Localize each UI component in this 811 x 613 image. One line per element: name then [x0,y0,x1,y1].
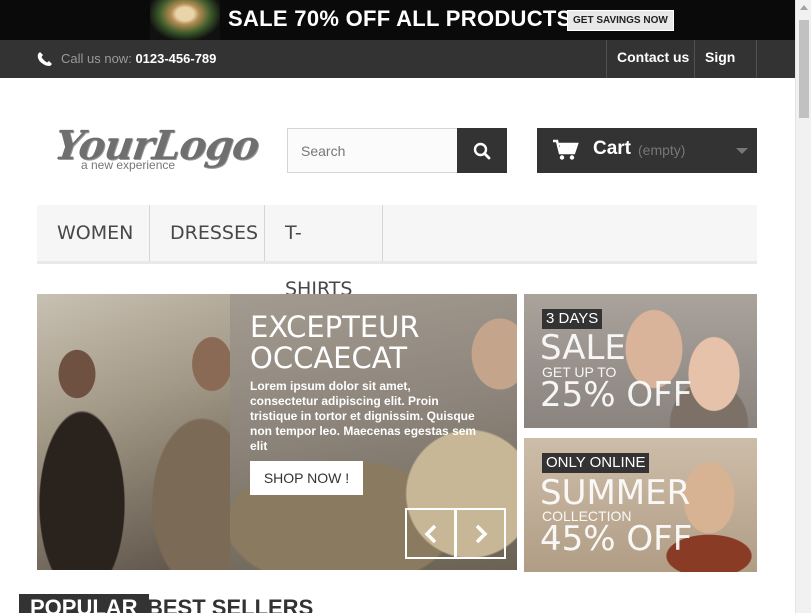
banner-offer: 25% OFF [540,375,693,415]
scroll-up-icon[interactable] [800,5,808,10]
cart-button[interactable]: Cart (empty) [537,128,757,173]
main-menu: WOMEN DRESSES T-SHIRTS [37,205,757,300]
tab-popular[interactable]: POPULAR [19,594,149,613]
slider-prev-button[interactable] [405,508,456,559]
search-box [287,128,458,173]
chevron-left-icon [424,524,437,544]
hero-couple-image [37,294,230,570]
summer-banner[interactable]: ONLY ONLINE SUMMER COLLECTION 45% OFF [524,438,757,572]
top-nav-bar: Call us now: 0123-456-789 Contact us Sig… [0,40,795,99]
search-input[interactable] [288,129,458,172]
site-logo[interactable]: YourLogo a new experience [52,122,262,174]
banner-tag: ONLY ONLINE [542,453,650,473]
sign-in-link[interactable]: Sign in [694,40,757,99]
cart-label: Cart [593,138,632,159]
search-button[interactable] [457,128,507,173]
tab-best-sellers[interactable]: BEST SELLERS [136,594,324,613]
promo-text: SALE 70% OFF ALL PRODUCTS [228,6,572,31]
menu-item-women[interactable]: WOMEN [37,205,150,261]
phone-number: 0123-456-789 [135,51,217,66]
chevron-right-icon [475,524,488,544]
chevron-down-icon [736,148,748,154]
menu-item-tshirts[interactable]: T-SHIRTS [265,205,383,300]
phone-icon [37,51,53,70]
menu-item-dresses[interactable]: DRESSES [150,205,265,261]
slider-next-button[interactable] [455,508,506,559]
banner-tag: 3 DAYS [542,309,603,329]
call-us-text: Call us now: 0123-456-789 [61,51,216,66]
logo-tagline: a new experience [81,158,176,172]
contact-us-link[interactable]: Contact us [606,40,699,78]
hero-description: Lorem ipsum dolor sit amet, consectetur … [250,379,477,453]
cart-icon [553,139,579,160]
sale-banner[interactable]: 3 DAYS SALE GET UP TO 25% OFF [524,294,757,428]
get-savings-button[interactable]: GET SAVINGS NOW [567,10,674,31]
hero-title: EXCEPTEUR OCCAECAT [250,310,420,375]
hero-slider[interactable]: EXCEPTEUR OCCAECAT Lorem ipsum dolor sit… [37,294,517,570]
banner-offer: 45% OFF [540,519,693,559]
banner-headline: SALE [540,328,626,368]
product-tabs: POPULAR BEST SELLERS [19,594,759,613]
search-icon [473,142,491,160]
page-scrollbar[interactable] [795,0,811,613]
scrollbar-thumb[interactable] [799,20,809,118]
shop-now-button[interactable]: SHOP NOW ! [250,461,363,495]
banner-headline: SUMMER [540,473,691,513]
cart-status: (empty) [638,142,686,158]
call-us-label: Call us now: [61,51,132,66]
promo-banner[interactable]: SALE 70% OFF ALL PRODUCTS GET SAVINGS NO… [0,0,795,40]
promo-model-image [150,0,220,40]
page: SALE 70% OFF ALL PRODUCTS GET SAVINGS NO… [0,0,811,613]
